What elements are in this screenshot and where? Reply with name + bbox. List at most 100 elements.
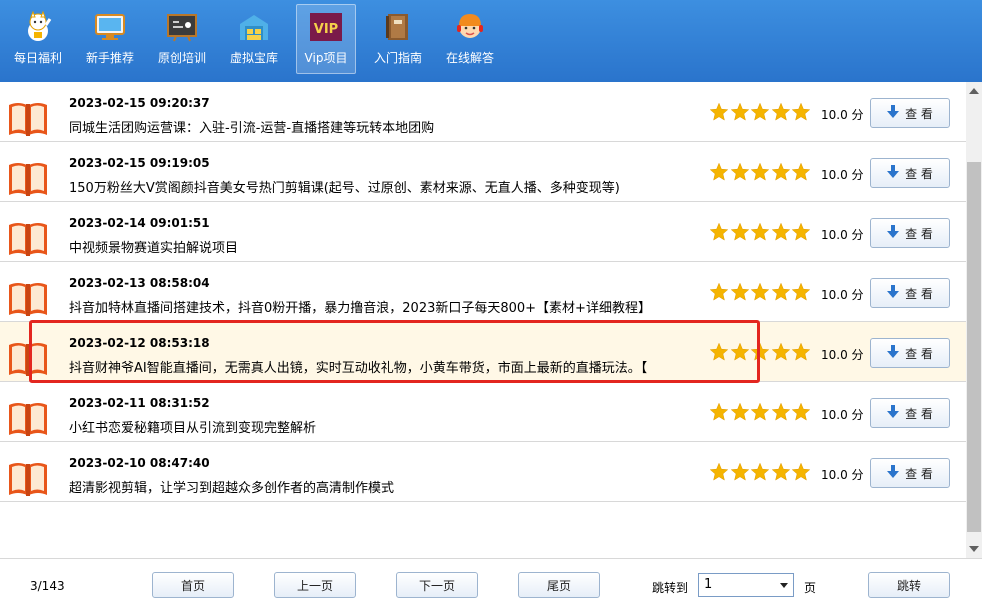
- star-icon: [750, 162, 771, 186]
- list-item[interactable]: 2023-02-13 08:58:04 抖音加特林直播间搭建技术，抖音0粉开播，暴…: [0, 262, 966, 322]
- item-score: 10.0 分: [821, 108, 864, 122]
- view-button-label: 查 看: [905, 226, 933, 241]
- star-icon: [750, 222, 771, 246]
- list-item[interactable]: 2023-02-15 09:19:05 150万粉丝大V赏阁颜抖音美女号热门剪辑课…: [0, 142, 966, 202]
- item-date: 2023-02-15 09:20:37: [69, 96, 210, 110]
- vertical-scrollbar[interactable]: [966, 82, 982, 558]
- item-score: 10.0 分: [821, 348, 864, 362]
- blackboard-icon: [165, 11, 199, 43]
- item-date: 2023-02-13 08:58:04: [69, 276, 210, 290]
- star-icon: [750, 342, 771, 366]
- page-select[interactable]: 1: [698, 573, 794, 597]
- star-icon: [791, 342, 812, 366]
- tool-label: 在线解答: [445, 51, 494, 65]
- tool-label: 入门指南: [373, 51, 422, 65]
- page-unit-label: 页: [804, 581, 817, 595]
- scroll-up-arrow-icon[interactable]: [966, 82, 982, 100]
- view-button[interactable]: 查 看: [870, 398, 950, 428]
- star-icon: [771, 222, 792, 246]
- star-icon: [750, 462, 771, 486]
- star-icon: [771, 102, 792, 126]
- download-arrow-icon: [887, 164, 905, 182]
- view-button-label: 查 看: [905, 406, 933, 421]
- star-icon: [709, 342, 730, 366]
- first-page-button[interactable]: 首页: [152, 572, 234, 598]
- warehouse-icon: [237, 11, 271, 43]
- view-button[interactable]: 查 看: [870, 218, 950, 248]
- lucky-cat-icon: [21, 11, 55, 43]
- book-icon: [7, 399, 49, 437]
- view-button[interactable]: 查 看: [870, 338, 950, 368]
- rating-stars: [709, 462, 812, 486]
- scrollbar-thumb[interactable]: [967, 162, 981, 532]
- page-select-value: 1: [704, 577, 713, 592]
- star-icon: [730, 162, 751, 186]
- pagination-bar: 3/143 首页 上一页 下一页 尾页 跳转到 1 页 跳转: [0, 558, 982, 611]
- view-button-label: 查 看: [905, 286, 933, 301]
- book-icon: [7, 99, 49, 137]
- star-icon: [791, 162, 812, 186]
- list-item[interactable]: 2023-02-10 08:47:40 超清影视剪辑，让学习到超越众多创作者的高清…: [0, 442, 966, 502]
- scroll-down-arrow-icon[interactable]: [966, 540, 982, 558]
- tool-virtual-treasury[interactable]: 虚拟宝库: [218, 4, 290, 74]
- list-item[interactable]: 2023-02-15 09:20:37 同城生活团购运营课：入驻-引流-运营-直播…: [0, 82, 966, 142]
- star-icon: [730, 402, 751, 426]
- vip-icon: VIP: [309, 11, 343, 43]
- tool-getting-started[interactable]: 入门指南: [362, 4, 434, 74]
- item-title[interactable]: 150万粉丝大V赏阁颜抖音美女号热门剪辑课(起号、过原创、素材来源、无直人播、多…: [69, 177, 620, 196]
- tool-label: 原创培训: [157, 51, 206, 65]
- item-date: 2023-02-12 08:53:18: [69, 336, 210, 350]
- book-icon: [7, 219, 49, 257]
- item-title[interactable]: 抖音财神爷AI智能直播间，无需真人出镜，实时互动收礼物，小黄车带货，市面上最新的…: [69, 357, 647, 376]
- book-icon: [7, 159, 49, 197]
- view-button[interactable]: 查 看: [870, 158, 950, 188]
- star-icon: [730, 282, 751, 306]
- item-title[interactable]: 超清影视剪辑，让学习到超越众多创作者的高清制作模式: [69, 477, 394, 496]
- download-arrow-icon: [887, 404, 905, 422]
- star-icon: [791, 282, 812, 306]
- list-item[interactable]: 2023-02-11 08:31:52 小红书恋爱秘籍项目从引流到变现完整解析 10…: [0, 382, 966, 442]
- rating-stars: [709, 102, 812, 126]
- next-page-button[interactable]: 下一页: [396, 572, 478, 598]
- star-icon: [730, 222, 751, 246]
- dropdown-arrow-icon[interactable]: [777, 577, 791, 593]
- goto-label: 跳转到: [652, 581, 689, 595]
- item-score: 10.0 分: [821, 408, 864, 422]
- item-title[interactable]: 中视频景物赛道实拍解说项目: [69, 237, 238, 256]
- item-title[interactable]: 抖音加特林直播间搭建技术，抖音0粉开播，暴力撸音浪，2023新口子每天800+【…: [69, 297, 651, 316]
- item-title[interactable]: 小红书恋爱秘籍项目从引流到变现完整解析: [69, 417, 316, 436]
- star-icon: [750, 102, 771, 126]
- rating-stars: [709, 222, 812, 246]
- item-title[interactable]: 同城生活团购运营课：入驻-引流-运营-直播搭建等玩转本地团购: [69, 117, 434, 136]
- tool-newbie-recommend[interactable]: 新手推荐: [74, 4, 146, 74]
- list-item[interactable]: 2023-02-14 09:01:51 中视频景物赛道实拍解说项目 10.0 分 查 …: [0, 202, 966, 262]
- star-icon: [709, 462, 730, 486]
- star-icon: [730, 102, 751, 126]
- prev-page-button[interactable]: 上一页: [274, 572, 356, 598]
- jump-button[interactable]: 跳转: [868, 572, 950, 598]
- item-date: 2023-02-14 09:01:51: [69, 216, 210, 230]
- rating-stars: [709, 402, 812, 426]
- star-icon: [709, 282, 730, 306]
- tool-original-training[interactable]: 原创培训: [146, 4, 218, 74]
- item-score: 10.0 分: [821, 228, 864, 242]
- view-button[interactable]: 查 看: [870, 278, 950, 308]
- book-icon: [7, 339, 49, 377]
- star-icon: [730, 462, 751, 486]
- item-date: 2023-02-10 08:47:40: [69, 456, 210, 470]
- tool-label: Vip项目: [304, 51, 348, 65]
- download-arrow-icon: [887, 344, 905, 362]
- view-button[interactable]: 查 看: [870, 98, 950, 128]
- rating-stars: [709, 162, 812, 186]
- view-button-label: 查 看: [905, 106, 933, 121]
- support-agent-icon: [453, 11, 487, 43]
- tool-daily-welfare[interactable]: 每日福利: [2, 4, 74, 74]
- list-item[interactable]: 2023-02-12 08:53:18 抖音财神爷AI智能直播间，无需真人出镜，实…: [0, 322, 966, 382]
- tool-vip-projects[interactable]: VIP Vip项目: [296, 4, 356, 74]
- star-icon: [709, 402, 730, 426]
- view-button[interactable]: 查 看: [870, 458, 950, 488]
- last-page-button[interactable]: 尾页: [518, 572, 600, 598]
- item-score: 10.0 分: [821, 168, 864, 182]
- top-toolbar: 每日福利 新手推荐 原创培训 虚拟宝库 VIP Vip项目 入门指南 在线解答: [0, 0, 982, 82]
- tool-online-answers[interactable]: 在线解答: [434, 4, 506, 74]
